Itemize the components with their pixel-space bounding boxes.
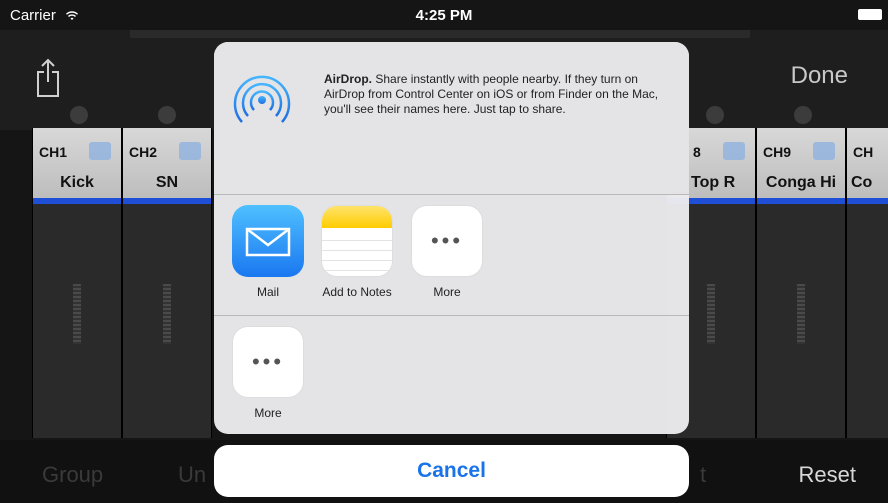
channel-strip-10[interactable]: CH Co bbox=[846, 128, 888, 438]
t-button[interactable]: t bbox=[700, 462, 706, 488]
channel-fader-area[interactable] bbox=[847, 204, 888, 438]
channel-name: Conga Hi bbox=[765, 174, 837, 191]
airdrop-icon bbox=[233, 75, 291, 123]
battery-icon bbox=[858, 9, 882, 20]
share-apps-row: Mail Add to Notes ••• More bbox=[214, 195, 689, 316]
airdrop-section[interactable]: AirDrop. Share instantly with people nea… bbox=[214, 42, 689, 195]
instrument-icon bbox=[179, 142, 201, 160]
share-icon[interactable] bbox=[36, 56, 60, 98]
share-action-label: More bbox=[254, 406, 282, 420]
fader-handle[interactable] bbox=[73, 284, 81, 344]
channel-fader-area[interactable] bbox=[33, 204, 121, 438]
channel-header[interactable]: CH9 Conga Hi bbox=[757, 128, 845, 198]
fader-handle[interactable] bbox=[707, 284, 715, 344]
share-sheet: AirDrop. Share instantly with people nea… bbox=[214, 42, 689, 434]
done-button[interactable]: Done bbox=[791, 62, 848, 90]
channel-knob[interactable] bbox=[70, 106, 88, 124]
envelope-glyph bbox=[245, 227, 291, 257]
share-app-label: More bbox=[433, 285, 461, 299]
group-button[interactable]: Group bbox=[42, 462, 103, 488]
fader-handle[interactable] bbox=[163, 284, 171, 344]
channel-knob[interactable] bbox=[158, 106, 176, 124]
channel-number: CH2 bbox=[129, 144, 158, 160]
channel-number: 8 bbox=[693, 144, 701, 160]
channel-name: Kick bbox=[60, 174, 94, 191]
channel-name: Co bbox=[851, 174, 873, 191]
status-time: 4:25 PM bbox=[415, 7, 473, 24]
more-icon[interactable]: ••• bbox=[411, 205, 483, 277]
channel-number: CH9 bbox=[763, 144, 792, 160]
airdrop-body: Share instantly with people nearby. If t… bbox=[324, 72, 659, 116]
channel-header[interactable]: CH2 SN bbox=[123, 128, 211, 198]
more-icon[interactable]: ••• bbox=[232, 326, 304, 398]
fader-handle[interactable] bbox=[797, 284, 805, 344]
share-app-label: Mail bbox=[256, 285, 279, 299]
toolbar-highlight bbox=[130, 30, 750, 38]
share-app-notes[interactable]: Add to Notes bbox=[320, 205, 394, 299]
airdrop-title: AirDrop. bbox=[324, 72, 372, 86]
channel-number: CH bbox=[853, 144, 874, 160]
airdrop-description: AirDrop. Share instantly with people nea… bbox=[324, 72, 664, 117]
channel-name: SN bbox=[155, 174, 179, 191]
share-app-more[interactable]: ••• More bbox=[410, 205, 484, 299]
share-actions-row: ••• More bbox=[214, 316, 689, 434]
channel-number: CH1 bbox=[39, 144, 68, 160]
channel-knob[interactable] bbox=[794, 106, 812, 124]
instrument-icon bbox=[813, 142, 835, 160]
channel-knob[interactable] bbox=[706, 106, 724, 124]
channel-strip-2[interactable]: CH2 SN bbox=[122, 128, 212, 438]
share-action-more[interactable]: ••• More bbox=[231, 326, 305, 420]
instrument-icon bbox=[89, 142, 111, 160]
channel-header[interactable]: CH Co bbox=[847, 128, 888, 198]
cancel-button[interactable]: Cancel bbox=[214, 445, 689, 497]
notes-icon[interactable] bbox=[321, 205, 393, 277]
channel-strip-1[interactable]: CH1 Kick bbox=[32, 128, 122, 438]
reset-button[interactable]: Reset bbox=[799, 462, 856, 488]
share-app-mail[interactable]: Mail bbox=[231, 205, 305, 299]
channel-name: Top R bbox=[691, 174, 736, 191]
channel-header[interactable]: CH1 Kick bbox=[33, 128, 121, 198]
channel-fader-area[interactable] bbox=[757, 204, 845, 438]
mixer-screen: Carrier 4:25 PM Done CH1 Kick CH2 SN 8 T… bbox=[0, 0, 888, 503]
instrument-icon bbox=[723, 142, 745, 160]
channel-strip-9[interactable]: CH9 Conga Hi bbox=[756, 128, 846, 438]
un-button[interactable]: Un bbox=[178, 462, 206, 488]
channel-fader-area[interactable] bbox=[123, 204, 211, 438]
status-bar: Carrier 4:25 PM bbox=[0, 0, 888, 30]
mail-icon[interactable] bbox=[232, 205, 304, 277]
share-app-label: Add to Notes bbox=[322, 285, 392, 299]
